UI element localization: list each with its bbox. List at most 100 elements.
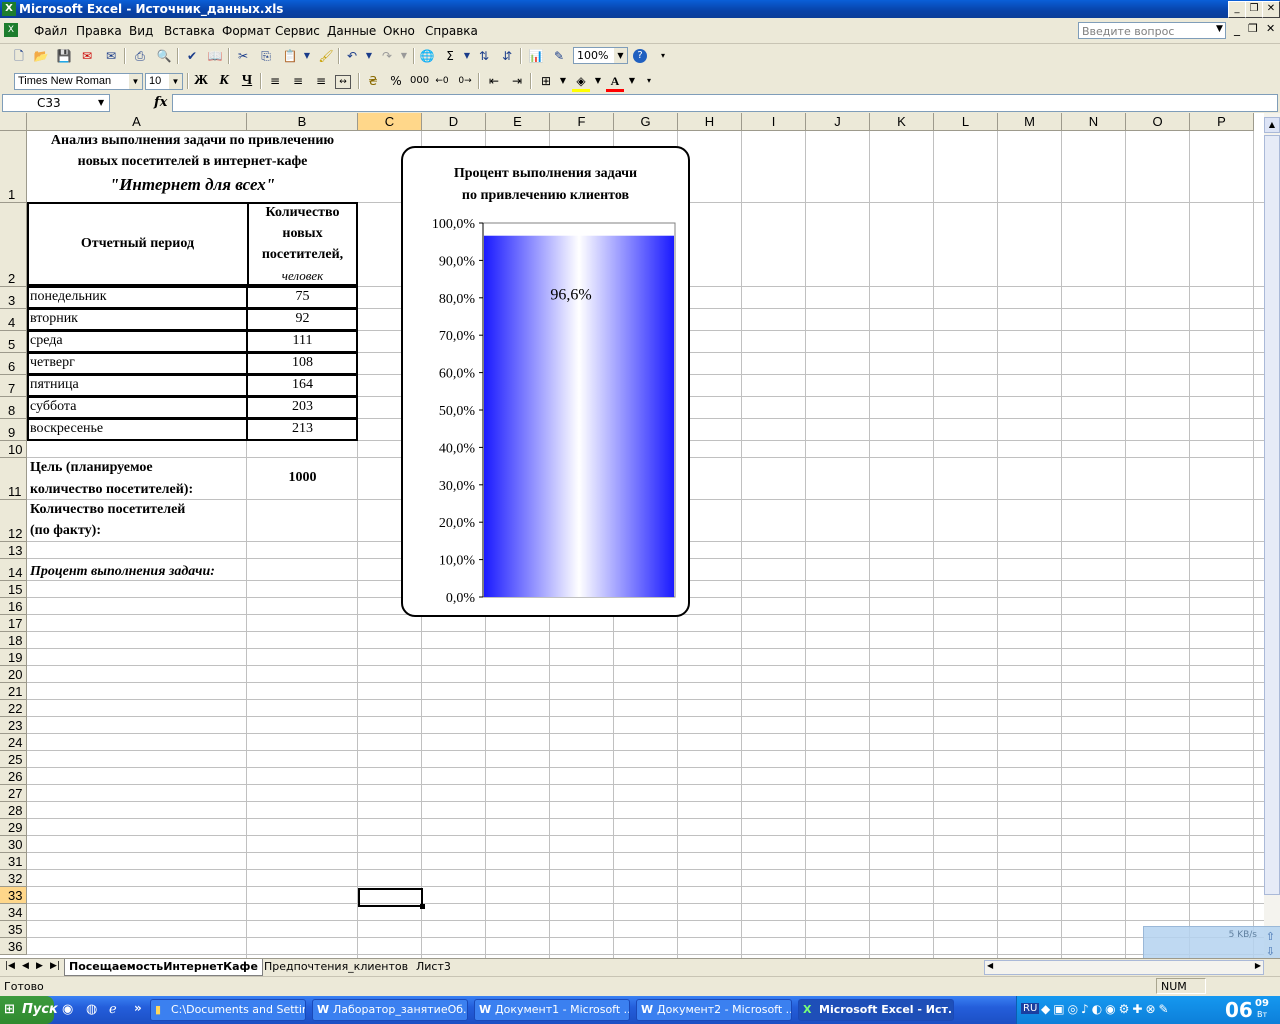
ask-question-input[interactable]: Введите вопрос (1078, 22, 1226, 39)
row-header-11[interactable]: 11 (0, 458, 27, 500)
currency-icon[interactable]: ₴ (364, 73, 382, 89)
column-header-j[interactable]: J (806, 113, 870, 131)
email-icon[interactable]: ✉ (102, 48, 120, 64)
column-header-n[interactable]: N (1062, 113, 1126, 131)
scroll-left-button[interactable]: ◀ (987, 961, 993, 970)
font-name-select[interactable]: Times New Roman ▼ (14, 73, 143, 90)
print-icon[interactable]: ⎙ (131, 48, 149, 64)
row-header-12[interactable]: 12 (0, 500, 27, 542)
row-header-25[interactable]: 25 (0, 751, 27, 768)
row-header-3[interactable]: 3 (0, 287, 27, 309)
row-header-18[interactable]: 18 (0, 632, 27, 649)
task-explorer[interactable]: ▮ C:\Documents and Settin... (150, 999, 306, 1021)
research-icon[interactable]: 📖 (206, 48, 224, 64)
column-header-i[interactable]: I (742, 113, 806, 131)
row-header-24[interactable]: 24 (0, 734, 27, 751)
row-header-29[interactable]: 29 (0, 819, 27, 836)
chart-wizard-icon[interactable]: 📊 (527, 48, 545, 64)
task-word-lab[interactable]: W Лаборатор_занятиеОб... (312, 999, 468, 1021)
start-button[interactable]: ⊞ Пуск (0, 996, 58, 1024)
task-excel[interactable]: X Microsoft Excel - Ист... (798, 999, 954, 1021)
format-painter-icon[interactable]: 🖌 (317, 48, 335, 64)
quicklaunch-more-icon[interactable]: » (134, 1001, 142, 1015)
minimize-button[interactable]: _ (1228, 1, 1246, 18)
menu-help[interactable]: Справка (425, 24, 478, 38)
zoom-dropdown-icon[interactable]: ▼ (614, 48, 627, 63)
row-header-4[interactable]: 4 (0, 309, 27, 331)
formula-input[interactable] (172, 94, 1278, 112)
row-header-22[interactable]: 22 (0, 700, 27, 717)
row-header-23[interactable]: 23 (0, 717, 27, 734)
vertical-scrollbar[interactable]: ▲ (1264, 113, 1280, 958)
row-header-15[interactable]: 15 (0, 581, 27, 598)
row-header-2[interactable]: 2 (0, 203, 27, 287)
chart-object[interactable]: Процент выполнения задачи по привлечению… (401, 146, 690, 617)
new-icon[interactable]: 🗋 (10, 48, 28, 64)
row-header-26[interactable]: 26 (0, 768, 27, 785)
row-header-9[interactable]: 9 (0, 419, 27, 441)
font-size-dropdown-icon[interactable]: ▼ (169, 74, 182, 89)
undo-dropdown-icon[interactable]: ▼ (360, 48, 378, 64)
last-sheet-icon[interactable]: ▶| (50, 961, 60, 971)
menu-view[interactable]: Вид (129, 24, 153, 38)
toolbar-options-icon-2[interactable]: ▾ (640, 73, 658, 89)
first-sheet-icon[interactable]: |◀ (5, 961, 15, 971)
column-header-l[interactable]: L (934, 113, 998, 131)
decrease-decimal-icon[interactable]: 0→ (456, 73, 474, 89)
column-header-a[interactable]: A (27, 113, 247, 131)
redo-icon[interactable]: ↷ (378, 48, 396, 64)
row-header-16[interactable]: 16 (0, 598, 27, 615)
menu-edit[interactable]: Правка (76, 24, 122, 38)
menu-data[interactable]: Данные (327, 24, 376, 38)
name-box-dropdown-icon[interactable]: ▼ (98, 98, 104, 107)
language-indicator[interactable]: RU (1021, 1003, 1040, 1014)
autosum-dropdown-icon[interactable]: ▼ (458, 48, 476, 64)
column-header-k[interactable]: K (870, 113, 934, 131)
row-header-32[interactable]: 32 (0, 870, 27, 887)
tray-icons[interactable]: ◆▣◎♪◐◉⚙✚⊗✎ (1041, 1002, 1172, 1016)
clock-hour[interactable]: 06 (1225, 998, 1253, 1022)
name-box[interactable]: C33 (2, 94, 110, 112)
menu-window[interactable]: Окно (383, 24, 415, 38)
font-color-icon[interactable]: A (606, 73, 624, 92)
column-header-f[interactable]: F (550, 113, 614, 131)
menu-insert[interactable]: Вставка (164, 24, 215, 38)
select-all-corner[interactable] (0, 113, 27, 131)
copy-icon[interactable]: ⎘ (257, 48, 275, 64)
column-header-g[interactable]: G (614, 113, 678, 131)
drawing-icon[interactable]: ✎ (550, 48, 568, 64)
redo-dropdown-icon[interactable]: ▼ (395, 48, 413, 64)
column-header-o[interactable]: O (1126, 113, 1190, 131)
scroll-thumb[interactable] (1264, 135, 1280, 895)
sort-ascending-icon[interactable]: ⇅ (475, 48, 493, 64)
fill-color-icon[interactable]: ◈ (572, 73, 590, 92)
column-header-c[interactable]: C (358, 113, 422, 131)
row-header-21[interactable]: 21 (0, 683, 27, 700)
align-left-icon[interactable]: ≡ (266, 73, 284, 89)
autosum-icon[interactable]: Σ (441, 48, 459, 64)
fill-color-dropdown-icon[interactable]: ▼ (589, 73, 607, 89)
row-header-10[interactable]: 10 (0, 441, 27, 458)
sheet-tab-preferences[interactable]: Предпочтения_клиентов (260, 959, 412, 975)
workbook-icon[interactable]: X (4, 23, 18, 37)
percent-style-button[interactable]: % (387, 73, 405, 89)
row-header-35[interactable]: 35 (0, 921, 27, 938)
ask-dropdown-icon[interactable]: ▼ (1216, 24, 1223, 34)
permission-icon[interactable]: ✉ (78, 48, 96, 64)
borders-icon[interactable]: ⊞ (537, 73, 555, 89)
menu-tools[interactable]: Сервис (275, 24, 320, 38)
print-preview-icon[interactable]: 🔍 (155, 48, 173, 64)
sheet-tab-active[interactable]: ПосещаемостьИнтернетКафе (64, 959, 263, 976)
borders-dropdown-icon[interactable]: ▼ (554, 73, 572, 89)
undo-icon[interactable]: ↶ (343, 48, 361, 64)
goal-value[interactable]: 1000 (247, 470, 358, 486)
font-name-dropdown-icon[interactable]: ▼ (129, 74, 142, 89)
doc-close-button[interactable]: ✕ (1266, 22, 1275, 35)
insert-function-icon[interactable]: fx (154, 95, 167, 110)
prev-sheet-icon[interactable]: ◀ (22, 961, 29, 971)
quicklaunch-ie-icon[interactable]: ℯ (109, 1002, 117, 1017)
open-icon[interactable]: 📂 (32, 48, 50, 64)
sort-descending-icon[interactable]: ⇵ (498, 48, 516, 64)
task-word-doc1[interactable]: W Документ1 - Microsoft ... (474, 999, 630, 1021)
menu-format[interactable]: Формат (222, 24, 271, 38)
